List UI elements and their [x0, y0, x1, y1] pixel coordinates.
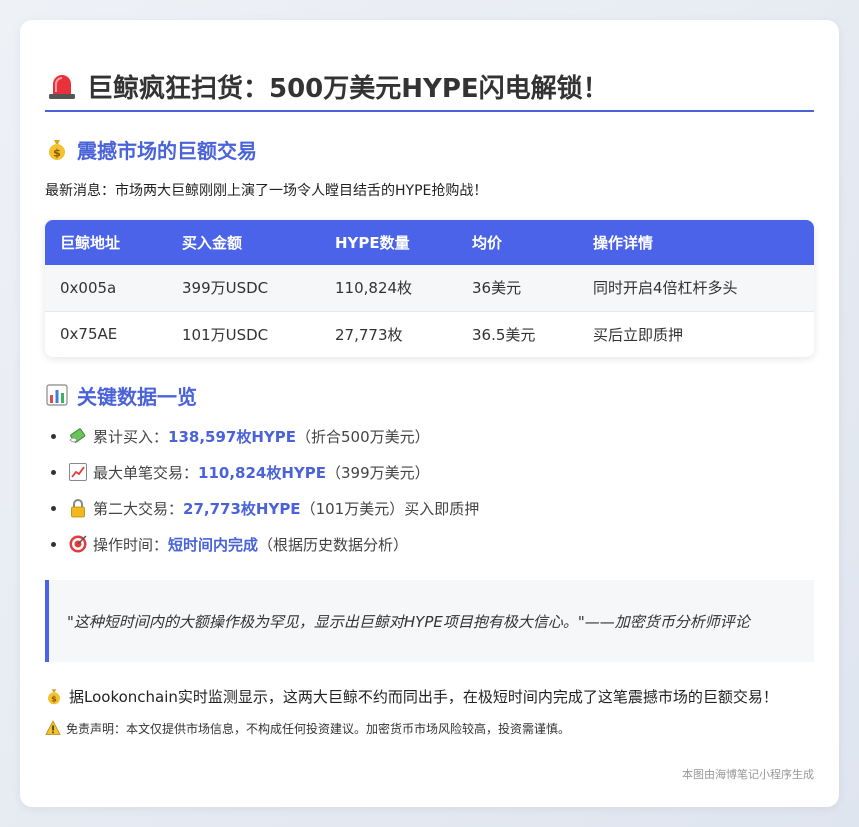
column-header: 巨鲸地址 — [60, 234, 121, 252]
table-row: 0x005a 399万USDC 110,824枚 36美元 同时开启4倍杠杆多头 — [45, 265, 814, 311]
bullet — [51, 469, 56, 475]
table-cell: 同时开启4倍杠杆多头 — [593, 279, 738, 298]
table-cell: 110,824枚 — [335, 279, 413, 298]
money-bag-icon: $ — [49, 140, 65, 160]
item-label: 最大单笔交易： — [93, 463, 199, 482]
section-heading-key-data: 关键数据一览 — [45, 380, 197, 410]
disclaimer: 免责声明：本文仅提供市场信息，不构成任何投资建议。加密货币市场风险较高，投资需谨… — [45, 718, 570, 738]
money-wings-icon — [69, 428, 86, 443]
article-card: 巨鲸疯狂扫货：500万美元HYPE闪电解锁！ $ 震撼市场的巨额交易 最新消息：… — [20, 20, 839, 807]
list-item: 操作时间： 短时间内完成 （根据历史数据分析） — [45, 526, 479, 562]
item-label: 操作时间： — [93, 535, 169, 554]
page-title-text: 巨鲸疯狂扫货：500万美元HYPE闪电解锁！ — [87, 73, 609, 104]
section-heading-text: 关键数据一览 — [77, 384, 197, 409]
list-item: 最大单笔交易： 110,824枚HYPE （399万美元） — [45, 454, 479, 490]
item-highlight: 138,597枚HYPE — [168, 427, 296, 446]
table-header-row: 巨鲸地址 买入金额 HYPE数量 均价 操作详情 — [45, 220, 814, 265]
table-cell: 36.5美元 — [457, 310, 578, 357]
footer-credit: 本图由海博笔记小程序生成 — [682, 768, 814, 781]
disclaimer-text: 免责声明：本文仅提供市场信息，不构成任何投资建议。加密货币市场风险较高，投资需谨… — [66, 721, 571, 736]
section-heading-text: 震撼市场的巨额交易 — [77, 138, 257, 163]
target-icon — [69, 535, 87, 553]
table-row: 0x75AE 101万USDC 27,773枚 36.5美元 买后立即质押 — [45, 310, 814, 357]
source-note-text: 据Lookonchain实时监测显示，这两大巨鲸不约而同出手，在极短时间内完成了… — [69, 687, 778, 706]
table-cell: 399万USDC — [182, 279, 269, 298]
list-item: 第二大交易： 27,773枚HYPE （101万美元）买入即质押 — [45, 490, 479, 526]
analyst-quote: "这种短时间内的大额操作极为罕见，显示出巨鲸对HYPE项目抱有极大信心。"——加… — [45, 580, 814, 662]
item-rest: （399万美元） — [326, 463, 430, 482]
item-label: 第二大交易： — [93, 499, 184, 518]
title-divider — [45, 110, 814, 112]
item-label: 累计买入： — [93, 427, 169, 446]
table-cell: 27,773枚 — [320, 310, 457, 357]
bar-chart-icon — [46, 384, 68, 406]
item-highlight: 110,824枚HYPE — [198, 463, 326, 482]
item-rest: （折合500万美元） — [296, 427, 430, 446]
chart-up-icon — [69, 463, 87, 481]
section-heading-trades: $ 震撼市场的巨额交易 — [45, 134, 257, 164]
list-item: 累计买入： 138,597枚HYPE （折合500万美元） — [45, 418, 479, 454]
siren-icon — [49, 75, 75, 99]
bullet — [51, 541, 56, 547]
lock-icon — [71, 499, 85, 518]
whale-trades-table: 巨鲸地址 买入金额 HYPE数量 均价 操作详情 0x005a 399万USDC… — [45, 220, 814, 357]
svg-text:$: $ — [53, 147, 61, 160]
warning-icon — [45, 720, 61, 735]
column-header: HYPE数量 — [335, 234, 410, 252]
column-header: 均价 — [472, 234, 503, 252]
table-cell: 36美元 — [472, 279, 522, 298]
money-bag-icon: $ — [48, 689, 60, 705]
table-cell: 买后立即质押 — [578, 310, 814, 357]
lead-paragraph: 最新消息：市场两大巨鲸刚刚上演了一场令人瞠目结舌的HYPE抢购战！ — [45, 183, 488, 199]
table-cell: 0x75AE — [45, 310, 167, 357]
item-highlight: 短时间内完成 — [168, 535, 259, 554]
item-highlight: 27,773枚HYPE — [183, 499, 301, 518]
column-header: 操作详情 — [593, 234, 654, 252]
bullet — [51, 505, 56, 511]
item-rest: （根据历史数据分析） — [258, 535, 409, 554]
quote-text: "这种短时间内的大额操作极为罕见，显示出巨鲸对HYPE项目抱有极大信心。"——加… — [67, 612, 750, 631]
source-note: $ 据Lookonchain实时监测显示，这两大巨鲸不约而同出手，在极短时间内完… — [45, 684, 778, 708]
page-title: 巨鲸疯狂扫货：500万美元HYPE闪电解锁！ — [47, 66, 609, 106]
table-cell: 0x005a — [60, 278, 117, 297]
svg-text:$: $ — [51, 694, 57, 704]
key-data-list: 累计买入： 138,597枚HYPE （折合500万美元） 最大单笔交易： 11… — [45, 418, 479, 562]
bullet — [51, 433, 56, 439]
item-rest: （101万美元）买入即质押 — [300, 499, 480, 518]
column-header: 买入金额 — [182, 234, 243, 252]
table-cell: 101万USDC — [167, 310, 320, 357]
